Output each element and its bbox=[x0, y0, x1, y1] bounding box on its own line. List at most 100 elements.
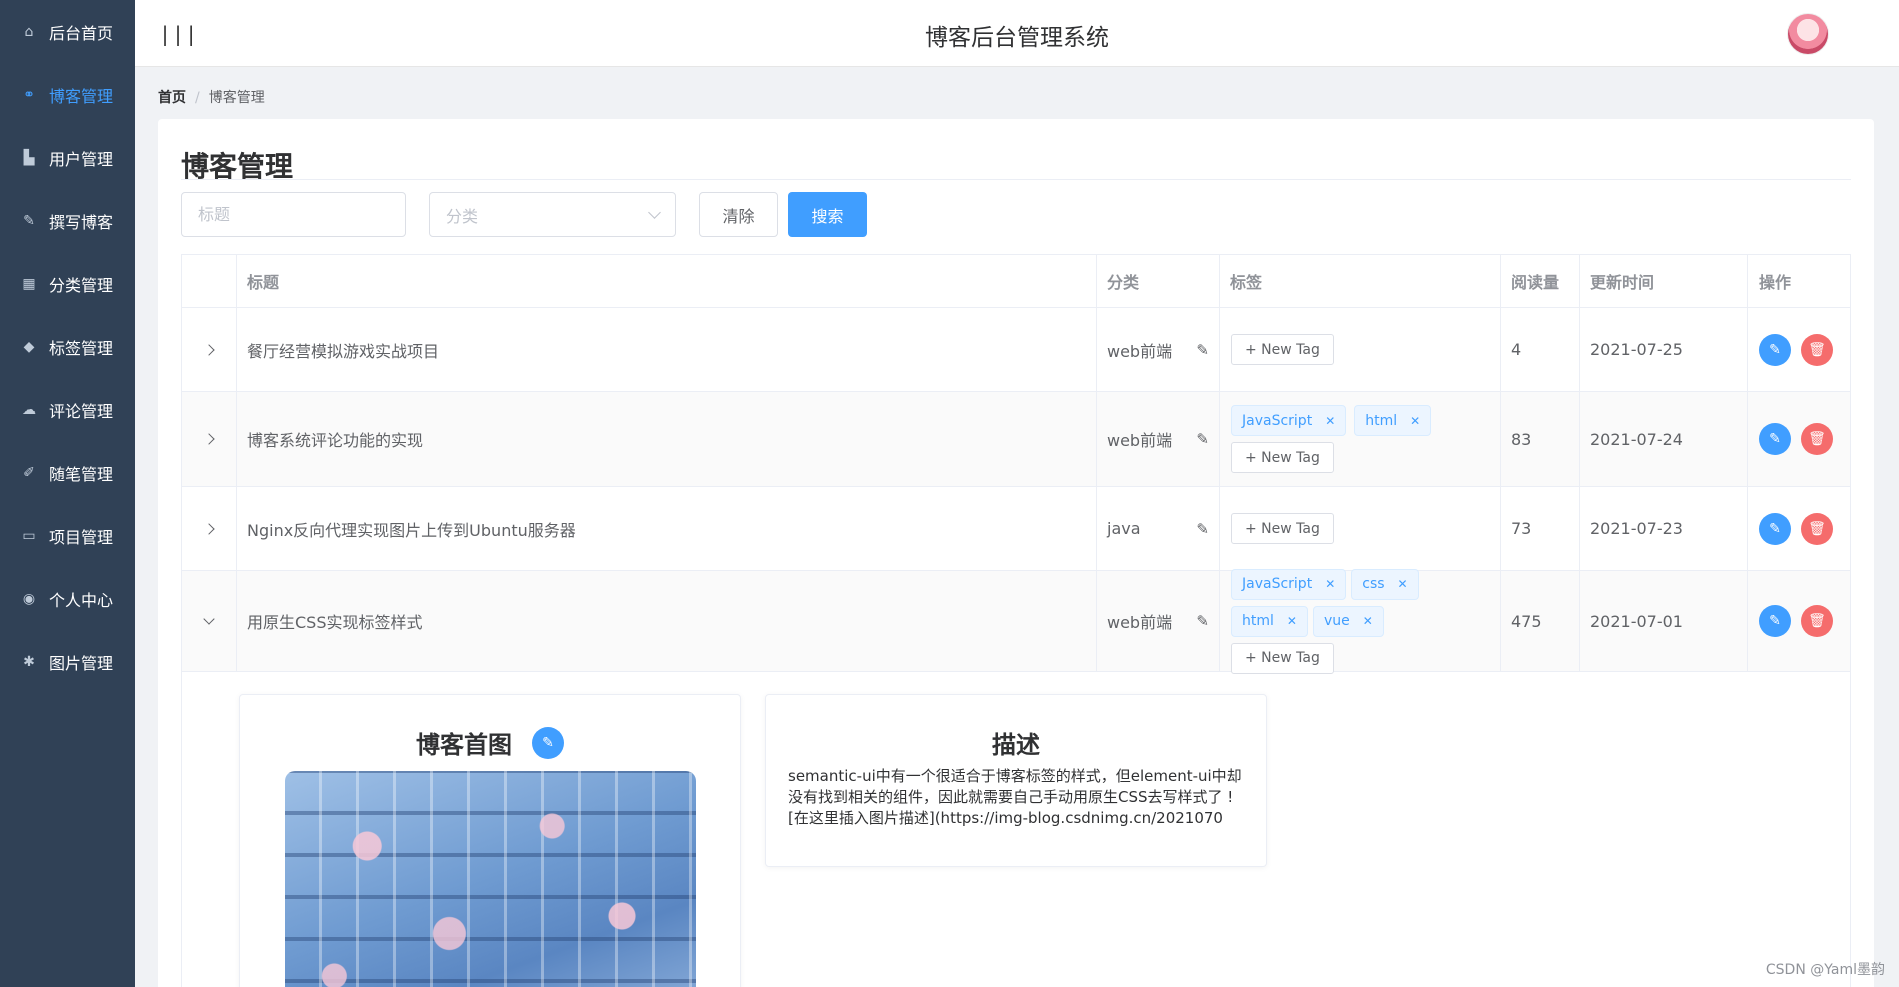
chevron-right-icon[interactable] bbox=[203, 433, 215, 445]
chevron-right-icon[interactable] bbox=[203, 522, 215, 535]
sidebar-item-label: 项目管理 bbox=[49, 527, 114, 547]
edit-category-icon[interactable]: ✎ bbox=[1196, 430, 1209, 448]
tag-label: html bbox=[1365, 412, 1398, 429]
breadcrumb-separator: / bbox=[195, 90, 200, 106]
category-select[interactable]: 分类 bbox=[429, 192, 676, 237]
row-updated: 2021-07-25 bbox=[1580, 308, 1748, 391]
row-updated: 2021-07-24 bbox=[1580, 392, 1748, 486]
row-category: web前端 bbox=[1107, 431, 1173, 450]
table-row[interactable]: Nginx反向代理实现图片上传到Ubuntu服务器 java ✎ + New Ta… bbox=[182, 487, 1850, 571]
table-row[interactable]: 餐厅经营模拟游戏实战项目 web前端 ✎ + New Tag 4 2021-07-… bbox=[182, 308, 1850, 392]
row-category-cell: java ✎ bbox=[1097, 487, 1220, 570]
breadcrumb-home[interactable]: 首页 bbox=[158, 90, 186, 106]
sidebar-item-tags[interactable]: ◆ 标签管理 bbox=[0, 315, 135, 378]
sidebar-item-categories[interactable]: ▦ 分类管理 bbox=[0, 252, 135, 315]
cover-image bbox=[285, 771, 696, 987]
edit-cover-button[interactable]: ✎ bbox=[532, 726, 564, 759]
row-tags-cell: + New Tag bbox=[1220, 308, 1501, 391]
blog-table: 标题 分类 标签 阅读量 更新时间 操作 餐厅经营模拟游戏实战项目 web前端 ✎… bbox=[181, 254, 1851, 674]
header-title: 标题 bbox=[237, 255, 1097, 307]
sidebar-item-images[interactable]: ✱ 图片管理 bbox=[0, 630, 135, 693]
close-icon[interactable]: ✕ bbox=[1325, 414, 1335, 428]
sidebar-item-users[interactable]: ▙ 用户管理 bbox=[0, 126, 135, 189]
person-circle-icon: ◉ bbox=[22, 590, 36, 607]
edit-button[interactable]: ✎ bbox=[1759, 333, 1791, 366]
category-select-placeholder: 分类 bbox=[446, 206, 479, 226]
monitor-icon: ▭ bbox=[22, 527, 36, 544]
chevron-right-icon[interactable] bbox=[203, 343, 215, 356]
table-header-row: 标题 分类 标签 阅读量 更新时间 操作 bbox=[182, 255, 1850, 308]
row-views: 83 bbox=[1501, 392, 1580, 486]
edit-category-icon[interactable]: ✎ bbox=[1196, 520, 1209, 538]
delete-button[interactable]: 🗑 bbox=[1801, 512, 1833, 545]
header-category: 分类 bbox=[1097, 255, 1220, 307]
header-updated: 更新时间 bbox=[1580, 255, 1748, 307]
close-icon[interactable]: ✕ bbox=[1287, 614, 1297, 628]
row-views: 4 bbox=[1501, 308, 1580, 391]
sidebar-item-write[interactable]: ✎ 撰写博客 bbox=[0, 189, 135, 252]
sidebar-item-dashboard[interactable]: ⌂ 后台首页 bbox=[0, 0, 135, 63]
tag-chip: css ✕ bbox=[1351, 568, 1419, 600]
avatar[interactable] bbox=[1787, 13, 1829, 55]
tag-chip: JavaScript ✕ bbox=[1231, 568, 1347, 600]
title-search-input[interactable] bbox=[181, 192, 406, 237]
pen-icon: ✎ bbox=[23, 212, 35, 229]
search-button[interactable]: 搜索 bbox=[788, 192, 867, 237]
edit-category-icon[interactable]: ✎ bbox=[1196, 612, 1209, 630]
cover-panel: 博客首图 ✎ bbox=[239, 694, 741, 987]
row-views: 475 bbox=[1501, 571, 1580, 671]
header-tags: 标签 bbox=[1220, 255, 1501, 307]
row-tags-cell: JavaScript ✕ css ✕ html ✕ vue ✕ + New Tag bbox=[1220, 568, 1501, 674]
new-tag-button[interactable]: + New Tag bbox=[1231, 334, 1334, 365]
tag-label: vue bbox=[1323, 613, 1350, 629]
chevron-down-icon[interactable] bbox=[203, 613, 215, 625]
tag-label: JavaScript bbox=[1242, 576, 1313, 592]
clear-button[interactable]: 清除 bbox=[699, 192, 778, 237]
sidebar-item-label: 随笔管理 bbox=[49, 464, 114, 484]
edit-button[interactable]: ✎ bbox=[1759, 423, 1791, 455]
cover-panel-header: 博客首图 ✎ bbox=[240, 725, 740, 760]
sidebar-item-label: 撰写博客 bbox=[49, 212, 114, 232]
header-expand bbox=[182, 255, 237, 307]
tag-label: css bbox=[1362, 576, 1385, 592]
close-icon[interactable]: ✕ bbox=[1410, 414, 1420, 428]
close-icon[interactable]: ✕ bbox=[1398, 577, 1408, 591]
expand-cell bbox=[182, 392, 237, 486]
edit-button[interactable]: ✎ bbox=[1759, 605, 1791, 637]
close-icon[interactable]: ✕ bbox=[1363, 614, 1373, 628]
row-ops: ✎ 🗑 bbox=[1748, 571, 1850, 671]
breadcrumb-current: 博客管理 bbox=[208, 90, 265, 106]
sidebar-item-comments[interactable]: ☁ 评论管理 bbox=[0, 378, 135, 441]
sidebar-item-blog[interactable]: ⚭ 博客管理 bbox=[0, 63, 135, 126]
tag-label: html bbox=[1242, 613, 1274, 629]
expand-cell bbox=[182, 487, 237, 570]
expanded-row-detail: 博客首图 ✎ 描述 semantic-ui中有一个很适合于博客标签的样式，但el… bbox=[181, 672, 1851, 987]
delete-button[interactable]: 🗑 bbox=[1801, 333, 1833, 366]
new-tag-button[interactable]: + New Tag bbox=[1231, 513, 1334, 544]
sidebar-item-projects[interactable]: ▭ 项目管理 bbox=[0, 504, 135, 567]
new-tag-button[interactable]: + New Tag bbox=[1231, 642, 1334, 674]
table-row[interactable]: 博客系统评论功能的实现 web前端 ✎ JavaScript ✕ html ✕ + N… bbox=[182, 392, 1850, 487]
sidebar-item-notes[interactable]: ✐ 随笔管理 bbox=[0, 441, 135, 504]
sidebar-item-label: 后台首页 bbox=[49, 23, 114, 43]
expand-cell bbox=[182, 571, 237, 671]
table-row[interactable]: 用原生CSS实现标签样式 web前端 ✎ JavaScript ✕ css ✕ htm… bbox=[182, 568, 1850, 674]
watermark: CSDN @Yaml墨韵 bbox=[1765, 962, 1885, 978]
row-category: java bbox=[1107, 519, 1141, 538]
sidebar-item-label: 分类管理 bbox=[49, 275, 114, 295]
edit-button[interactable]: ✎ bbox=[1759, 512, 1791, 545]
tag-chip: JavaScript ✕ bbox=[1231, 405, 1347, 436]
delete-button[interactable]: 🗑 bbox=[1801, 605, 1833, 637]
delete-button[interactable]: 🗑 bbox=[1801, 423, 1833, 455]
row-title: Nginx反向代理实现图片上传到Ubuntu服务器 bbox=[237, 487, 1097, 570]
title-divider bbox=[181, 179, 1851, 180]
chevron-down-icon bbox=[648, 205, 661, 219]
new-tag-button[interactable]: + New Tag bbox=[1231, 442, 1334, 473]
row-ops: ✎ 🗑 bbox=[1748, 487, 1850, 570]
close-icon[interactable]: ✕ bbox=[1325, 577, 1335, 591]
sidebar-item-profile[interactable]: ◉ 个人中心 bbox=[0, 567, 135, 630]
edit-category-icon[interactable]: ✎ bbox=[1196, 341, 1209, 359]
user-icon: ▙ bbox=[23, 149, 35, 166]
row-updated: 2021-07-01 bbox=[1580, 571, 1748, 671]
sidebar-item-label: 个人中心 bbox=[49, 590, 114, 610]
